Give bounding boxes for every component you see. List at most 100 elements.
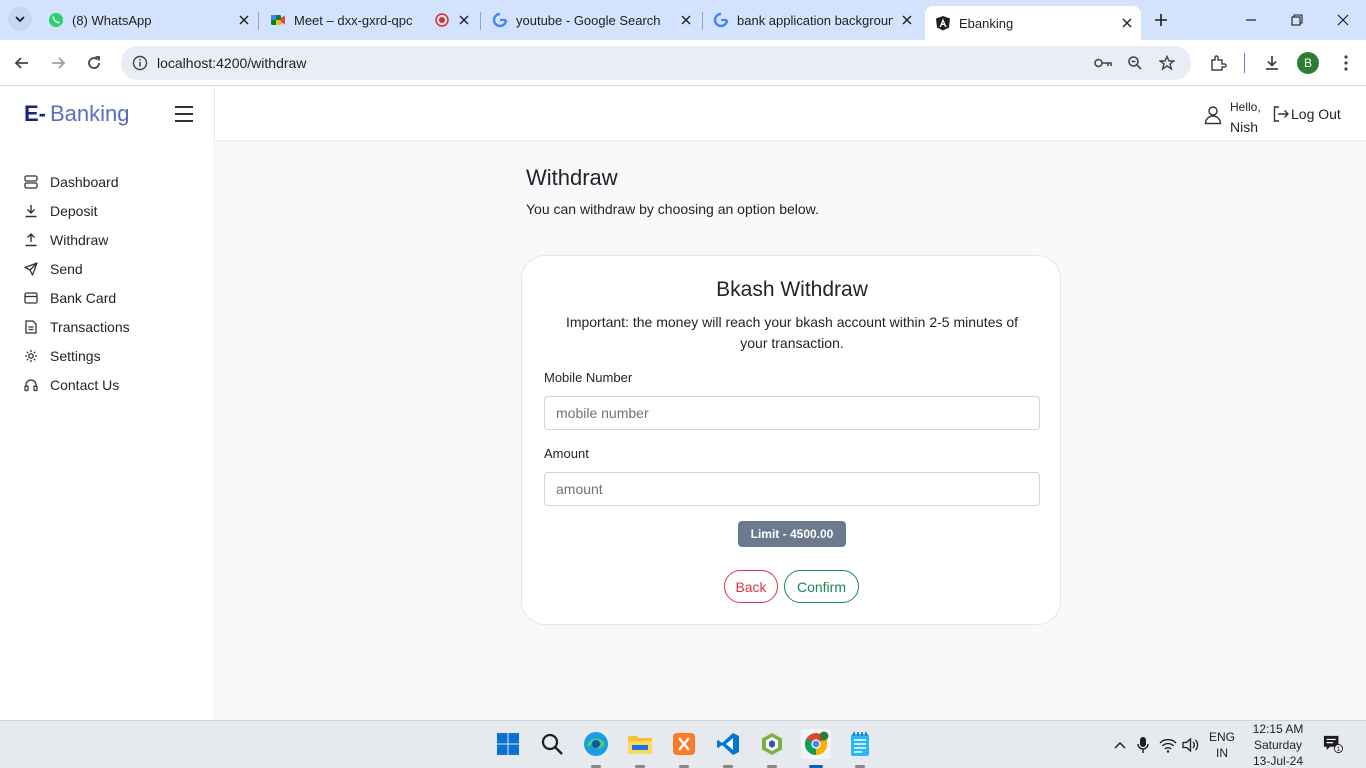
taskbar-vscode[interactable]	[713, 729, 743, 759]
sidebar-item-send[interactable]: Send	[0, 254, 214, 283]
address-bar[interactable]: localhost:4200/withdraw	[121, 46, 1191, 80]
tab-label: Meet – dxx-gxrd-qpc	[294, 12, 413, 28]
user-name: Nish	[1230, 119, 1259, 135]
sidebar-item-dashboard[interactable]: Dashboard	[0, 167, 214, 196]
password-key-icon[interactable]	[1092, 52, 1114, 74]
upload-icon	[23, 232, 39, 248]
amount-input[interactable]	[544, 472, 1040, 506]
network-tray[interactable]	[1158, 735, 1178, 755]
tab-meet[interactable]: Meet – dxx-gxrd-qpc	[260, 4, 478, 36]
address-url: localhost:4200/withdraw	[157, 55, 307, 71]
taskbar-file-explorer[interactable]	[625, 729, 655, 759]
tab-youtube-search[interactable]: youtube - Google Search	[482, 4, 700, 36]
reload-button[interactable]	[80, 49, 108, 77]
logout-label: Log Out	[1291, 106, 1341, 122]
close-icon[interactable]	[236, 12, 252, 28]
back-button[interactable]: Back	[724, 570, 778, 603]
svg-text:1: 1	[1337, 746, 1341, 753]
tab-separator	[258, 12, 259, 30]
brand-prefix: E-	[24, 101, 46, 126]
extensions-icon[interactable]	[1206, 51, 1230, 75]
tab-search-button[interactable]	[8, 7, 32, 31]
menu-toggle-button[interactable]	[172, 104, 196, 124]
window-close-button[interactable]	[1320, 6, 1366, 34]
system-clock[interactable]: 12:15 AM Saturday 13-Jul-24	[1246, 721, 1310, 768]
cube-app-icon	[762, 733, 782, 755]
sidebar-item-settings[interactable]: Settings	[0, 341, 214, 370]
confirm-button[interactable]: Confirm	[784, 570, 859, 603]
menu-kebab-icon[interactable]	[1334, 51, 1358, 75]
arrow-left-icon	[14, 57, 28, 69]
back-nav-button[interactable]	[8, 49, 36, 77]
sidebar: E- Banking Dashboard Deposit Withdraw Se…	[0, 87, 215, 720]
sidebar-item-label: Deposit	[50, 202, 98, 219]
taskbar-notepad[interactable]	[845, 729, 875, 759]
restore-icon	[1291, 14, 1303, 26]
notification-center[interactable]: 1	[1323, 734, 1343, 754]
minimize-button[interactable]	[1228, 6, 1274, 34]
sidebar-item-label: Withdraw	[50, 231, 109, 248]
sidebar-item-bank-card[interactable]: Bank Card	[0, 283, 214, 312]
sidebar-item-transactions[interactable]: Transactions	[0, 312, 214, 341]
hamburger-line	[175, 106, 193, 108]
taskbar-xampp[interactable]	[669, 729, 699, 759]
recording-icon	[434, 12, 450, 28]
tab-bank-background[interactable]: bank application backgroun	[703, 4, 921, 36]
page-title: Withdraw	[526, 165, 618, 190]
google-icon	[492, 12, 508, 28]
tab-separator	[480, 12, 481, 30]
taskbar-edge[interactable]	[581, 729, 611, 759]
taskbar-search-button[interactable]	[537, 729, 567, 759]
language-indicator[interactable]: ENG IN	[1209, 729, 1235, 761]
tab-ebanking[interactable]: Ebanking	[925, 6, 1141, 40]
forward-nav-button[interactable]	[44, 49, 72, 77]
lang-code: ENG	[1209, 730, 1236, 744]
dashboard-icon	[23, 174, 39, 190]
mobile-number-input[interactable]	[544, 396, 1040, 430]
close-icon[interactable]	[899, 12, 915, 28]
chrome-icon	[805, 731, 829, 755]
greeting-text: Hello,	[1230, 100, 1261, 114]
profile-avatar[interactable]: B	[1297, 52, 1319, 74]
sidebar-item-label: Settings	[50, 347, 101, 364]
headset-icon	[23, 377, 39, 393]
taskbar-chrome[interactable]	[801, 729, 831, 759]
clock-date: 13-Jul-24	[1252, 754, 1304, 768]
chevron-down-icon	[15, 16, 25, 23]
start-button[interactable]	[493, 729, 523, 759]
show-hidden-icons[interactable]	[1110, 735, 1130, 755]
arrow-right-icon	[52, 57, 66, 69]
site-info-icon[interactable]	[129, 52, 151, 74]
restore-button[interactable]	[1274, 6, 1320, 34]
bookmark-star-icon[interactable]	[1156, 52, 1178, 74]
sidebar-item-contact-us[interactable]: Contact Us	[0, 370, 214, 399]
microphone-tray[interactable]	[1133, 735, 1153, 755]
xampp-icon	[673, 733, 695, 755]
sidebar-item-deposit[interactable]: Deposit	[0, 196, 214, 225]
sidebar-item-label: Send	[50, 260, 83, 277]
zoom-icon[interactable]	[1124, 52, 1146, 74]
google-meet-icon	[270, 12, 286, 28]
minimize-icon	[1246, 19, 1256, 21]
logout-button[interactable]: Log Out	[1272, 105, 1341, 123]
brand-logo[interactable]: E- Banking	[24, 101, 130, 127]
tab-label: youtube - Google Search	[516, 12, 661, 28]
sidebar-item-withdraw[interactable]: Withdraw	[0, 225, 214, 254]
limit-badge: Limit - 4500.00	[738, 521, 846, 547]
taskbar-app-cube[interactable]	[757, 729, 787, 759]
sidebar-menu: Dashboard Deposit Withdraw Send Bank Car…	[0, 167, 214, 399]
close-icon[interactable]	[456, 12, 472, 28]
close-icon[interactable]	[678, 12, 694, 28]
downloads-icon[interactable]	[1260, 51, 1284, 75]
browser-tab-bar: (8) WhatsApp Meet – dxx-gxrd-qpc youtube…	[0, 0, 1366, 40]
withdraw-card: Bkash Withdraw Important: the money will…	[521, 255, 1061, 625]
logout-icon	[1273, 106, 1289, 122]
new-tab-button[interactable]	[1150, 9, 1172, 31]
close-icon[interactable]	[1119, 15, 1135, 31]
send-icon	[23, 261, 39, 277]
tab-whatsapp[interactable]: (8) WhatsApp	[38, 4, 258, 36]
speaker-icon	[1182, 737, 1199, 753]
volume-tray[interactable]	[1181, 735, 1201, 755]
app-viewport: E- Banking Dashboard Deposit Withdraw Se…	[0, 87, 1366, 720]
region-code: IN	[1216, 746, 1228, 760]
